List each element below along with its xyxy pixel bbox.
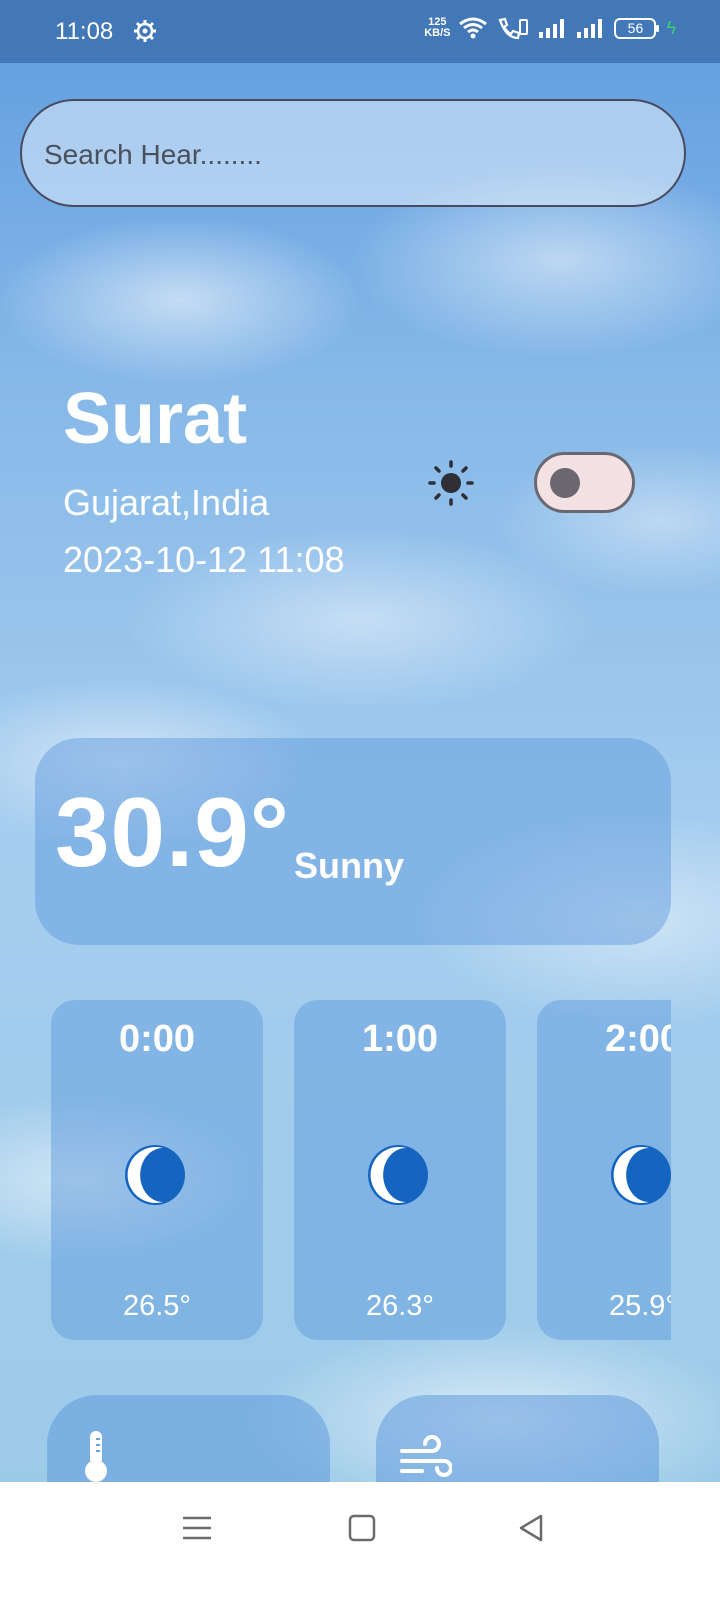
status-bar: 11:08 125 KB/S 56 ϟ <box>0 0 720 63</box>
signal-icon-1 <box>539 19 565 38</box>
region-name: Gujarat,India <box>63 482 270 523</box>
menu-icon[interactable] <box>179 1510 215 1546</box>
back-icon[interactable] <box>513 1510 549 1546</box>
hour-temperature: 26.5° <box>122 1290 192 1322</box>
hour-temperature: 26.3° <box>365 1290 435 1322</box>
wifi-icon <box>459 17 488 39</box>
charging-icon: ϟ <box>666 17 676 38</box>
toggle-knob <box>550 468 580 498</box>
theme-toggle[interactable] <box>534 452 635 513</box>
battery-indicator: 56 <box>614 17 660 39</box>
search-input[interactable] <box>44 135 644 175</box>
thermometer-icon <box>85 1431 107 1482</box>
local-datetime: 2023-10-12 11:08 <box>63 539 345 580</box>
hour-temperature: 25.9° <box>608 1290 671 1322</box>
hourly-card[interactable]: 2:00 25.9° <box>537 1000 671 1340</box>
status-time: 11:08 <box>55 18 114 45</box>
signal-icon-2 <box>577 19 603 38</box>
city-name: Surat <box>63 379 248 459</box>
net-speed: 125 KB/S <box>424 17 450 39</box>
sun-icon <box>428 460 474 506</box>
hour-time: 0:00 <box>118 1018 196 1060</box>
system-nav-bar <box>0 1482 720 1600</box>
wind-icon <box>400 1435 452 1477</box>
hourly-card[interactable]: 1:00 26.3° <box>294 1000 506 1340</box>
hourly-forecast-list[interactable]: 0:00 26.5° 1:00 26.3° 2:00 25.9° <box>51 1000 671 1340</box>
net-speed-unit: KB/S <box>424 27 451 39</box>
current-temperature: 30.9° <box>55 777 290 887</box>
search-bar[interactable] <box>20 99 686 207</box>
moon-icon <box>125 1145 185 1205</box>
gear-icon <box>134 20 156 42</box>
current-condition: Sunny <box>294 845 405 886</box>
home-icon[interactable] <box>344 1510 380 1546</box>
current-weather-card: 30.9° Sunny <box>35 738 671 945</box>
moon-icon <box>368 1145 428 1205</box>
hourly-card[interactable]: 0:00 26.5° <box>51 1000 263 1340</box>
hour-time: 1:00 <box>361 1018 439 1060</box>
status-indicators: 125 KB/S 56 ϟ <box>424 16 676 40</box>
call-icon <box>499 17 529 40</box>
moon-icon <box>611 1145 671 1205</box>
hour-time: 2:00 <box>604 1018 671 1060</box>
